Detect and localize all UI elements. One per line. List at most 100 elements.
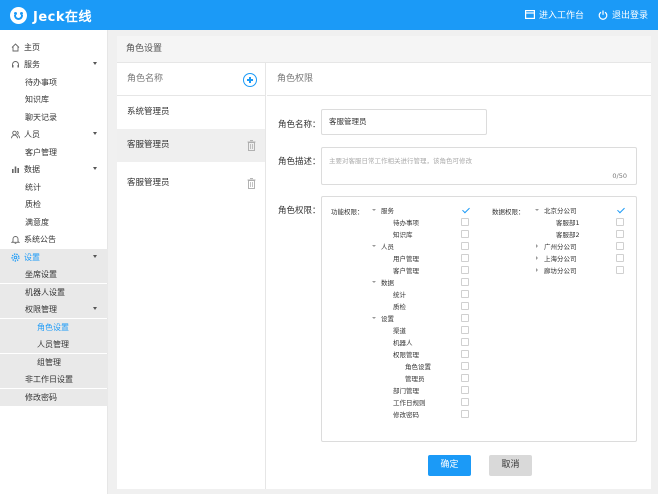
checkbox[interactable] <box>461 254 469 262</box>
sidebar-item-seat-settings[interactable]: 坐席设置 <box>0 266 108 283</box>
sidebar-item-permission[interactable]: 权限管理 <box>0 301 108 318</box>
tree-node[interactable]: 部门管理 <box>393 384 419 396</box>
workbench-link[interactable]: 进入工作台 <box>524 8 584 21</box>
role-name-input[interactable]: 客服管理员 <box>321 109 487 135</box>
checkbox[interactable] <box>616 230 624 238</box>
sidebar-item-customers[interactable]: 客户管理 <box>0 144 108 161</box>
cancel-button[interactable]: 取消 <box>489 455 532 476</box>
tree-node[interactable]: 上海分公司 <box>536 252 577 264</box>
caret-down-icon[interactable] <box>372 209 376 211</box>
tree-node[interactable]: 人员 <box>372 240 394 252</box>
checkbox[interactable] <box>461 338 469 346</box>
caret-down-icon[interactable] <box>372 317 376 319</box>
logout-link[interactable]: 退出登录 <box>598 8 648 21</box>
sidebar-item-todo[interactable]: 待办事项 <box>0 74 108 91</box>
caret-right-icon[interactable] <box>536 256 538 260</box>
caret-right-icon[interactable] <box>536 244 538 248</box>
tree-node[interactable]: 数据 <box>372 276 394 288</box>
sidebar-item-chat-history[interactable]: 聊天记录 <box>0 109 108 126</box>
tree-node[interactable]: 待办事项 <box>393 216 419 228</box>
tree-node-label: 客服部1 <box>556 219 580 227</box>
checkbox[interactable] <box>461 302 469 310</box>
permission-tree-box: 功能权限： 数据权限： 服务 待办事项 知识库 人员 用户管理 客户管理 数据 统计 质检 设置渠… <box>321 196 637 442</box>
tree-node[interactable]: 管理员 <box>405 372 425 384</box>
tree-node[interactable]: 统计 <box>393 288 406 300</box>
tree-node[interactable]: 修改密码 <box>393 408 419 420</box>
caret-down-icon[interactable] <box>372 245 376 247</box>
checkbox[interactable] <box>461 350 469 358</box>
sidebar-item-people[interactable]: 人员 <box>0 126 108 143</box>
tree-node-label: 待办事项 <box>393 219 419 227</box>
sidebar-item-password[interactable]: 修改密码 <box>0 389 108 406</box>
tree-node[interactable]: 用户管理 <box>393 252 419 264</box>
sidebar-item-groups[interactable]: 组管理 <box>0 354 108 371</box>
chevron-down-icon <box>93 167 97 170</box>
caret-down-icon[interactable] <box>535 209 539 211</box>
checkbox-checked[interactable] <box>616 206 624 214</box>
tree-node[interactable]: 渠道 <box>393 324 406 336</box>
tree-node-label: 机器人 <box>393 339 413 347</box>
tree-node-label: 知识库 <box>393 231 413 239</box>
tree-node[interactable]: 设置 <box>372 312 394 324</box>
role-item[interactable]: 客服管理员 <box>117 129 265 162</box>
checkbox[interactable] <box>461 326 469 334</box>
sidebar-item-quality[interactable]: 质检 <box>0 196 108 213</box>
tree-node-label: 北京分公司 <box>544 207 577 215</box>
checkbox[interactable] <box>461 290 469 298</box>
checkbox[interactable] <box>616 266 624 274</box>
tree-node-label: 部门管理 <box>393 387 419 395</box>
tree-node-label: 广州分公司 <box>544 243 577 251</box>
sidebar-item-data[interactable]: 数据 <box>0 161 108 178</box>
sidebar-item-home[interactable]: 主页 <box>0 39 108 56</box>
tree-node[interactable]: 工作日规则 <box>393 396 426 408</box>
checkbox[interactable] <box>461 374 469 382</box>
sidebar-item-service[interactable]: 服务 <box>0 56 108 73</box>
checkbox[interactable] <box>461 242 469 250</box>
checkbox[interactable] <box>461 266 469 274</box>
tree-node[interactable]: 客户管理 <box>393 264 419 276</box>
checkbox[interactable] <box>461 386 469 394</box>
checkbox[interactable] <box>461 230 469 238</box>
tree-node[interactable]: 客服部2 <box>556 228 580 240</box>
checkbox-checked[interactable] <box>461 206 469 214</box>
tree-node[interactable]: 廊坊分公司 <box>536 264 577 276</box>
tree-node[interactable]: 知识库 <box>393 228 413 240</box>
tree-node[interactable]: 机器人 <box>393 336 413 348</box>
checkbox[interactable] <box>616 242 624 250</box>
sidebar-item-holiday[interactable]: 非工作日设置 <box>0 371 108 388</box>
checkbox[interactable] <box>461 362 469 370</box>
tree-node[interactable]: 质检 <box>393 300 406 312</box>
checkbox[interactable] <box>461 398 469 406</box>
chevron-down-icon <box>93 132 97 135</box>
logo[interactable]: Jeck在线 <box>10 6 92 25</box>
sidebar-item-announcement[interactable]: 系统公告 <box>0 231 108 248</box>
sidebar-item-settings[interactable]: 设置 <box>0 249 108 266</box>
sidebar-item-role-settings[interactable]: 角色设置 <box>0 319 108 336</box>
tree-node[interactable]: 广州分公司 <box>536 240 577 252</box>
caret-down-icon[interactable] <box>372 281 376 283</box>
checkbox[interactable] <box>616 254 624 262</box>
sidebar-item-statistics[interactable]: 统计 <box>0 179 108 196</box>
trash-icon[interactable] <box>247 178 256 189</box>
role-item[interactable]: 客服管理员 <box>117 167 265 200</box>
tree-node[interactable]: 权限管理 <box>393 348 419 360</box>
sidebar-item-satisfaction[interactable]: 满意度 <box>0 214 108 231</box>
sidebar-item-knowledge[interactable]: 知识库 <box>0 91 108 108</box>
checkbox[interactable] <box>461 410 469 418</box>
tree-node[interactable]: 角色设置 <box>405 360 431 372</box>
tree-node[interactable]: 北京分公司 <box>535 204 577 216</box>
add-role-button[interactable] <box>243 73 257 87</box>
role-item[interactable]: 系统管理员 <box>117 96 265 129</box>
caret-right-icon[interactable] <box>536 268 538 272</box>
checkbox[interactable] <box>461 278 469 286</box>
sidebar-item-staff[interactable]: 人员管理 <box>0 336 108 353</box>
tree-node[interactable]: 服务 <box>372 204 394 216</box>
confirm-button[interactable]: 确定 <box>428 455 471 476</box>
trash-icon[interactable] <box>247 140 256 151</box>
role-desc-textarea[interactable]: 主要对客服日常工作相关进行管理，该角色可修改 0/50 <box>321 147 637 185</box>
checkbox[interactable] <box>616 218 624 226</box>
checkbox[interactable] <box>461 314 469 322</box>
checkbox[interactable] <box>461 218 469 226</box>
tree-node[interactable]: 客服部1 <box>556 216 580 228</box>
sidebar-item-robot-settings[interactable]: 机器人设置 <box>0 284 108 301</box>
